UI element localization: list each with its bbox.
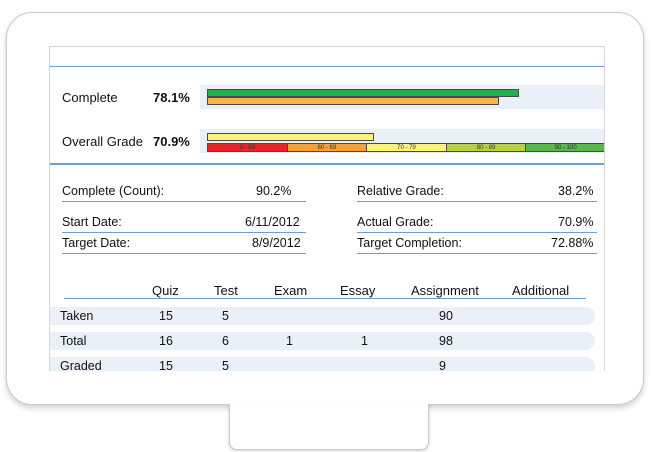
table-header-divider [64, 298, 586, 299]
col-header-quiz: Quiz [152, 283, 179, 298]
cell-test: 5 [222, 309, 229, 323]
actual-grade-value: 70.9% [558, 215, 594, 229]
cell-quiz: 15 [159, 309, 173, 323]
col-header-essay: Essay [340, 283, 376, 298]
col-header-test: Test [214, 283, 238, 298]
row-label: Total [60, 334, 87, 348]
overall-grade-label: Overall Grade [62, 134, 143, 149]
target-date-label: Target Date: [62, 236, 131, 250]
target-date-value: 8/9/2012 [252, 236, 301, 250]
cell-assignment: 90 [439, 309, 453, 323]
complete-progress-row: Complete 78.1% [50, 83, 604, 113]
underline [62, 201, 306, 202]
start-date-value: 6/11/2012 [245, 215, 300, 229]
underline [62, 232, 306, 233]
underline [357, 201, 597, 202]
cell-test: 5 [222, 359, 229, 371]
underline [62, 253, 306, 254]
row-background [50, 357, 595, 371]
overall-grade-bar [207, 133, 374, 141]
cell-quiz: 16 [159, 334, 173, 348]
table-row: Graded 15 5 9 [50, 357, 595, 371]
actual-grade-label: Actual Grade: [357, 215, 434, 229]
section-divider [50, 163, 604, 165]
complete-label: Complete [62, 90, 118, 105]
col-header-assignment: Assignment [411, 283, 479, 298]
col-header-exam: Exam [274, 283, 308, 298]
target-completion-label: Target Completion: [357, 236, 462, 250]
complete-count-label: Complete (Count): [62, 184, 165, 198]
complete-bar [207, 89, 519, 97]
row-label: Graded [60, 359, 102, 371]
cell-quiz: 15 [159, 359, 173, 371]
complete-secondary-bar [207, 97, 499, 105]
device-stand [229, 404, 429, 450]
cell-exam: 1 [286, 334, 293, 348]
overall-grade-percent: 70.9% [153, 134, 190, 149]
complete-count-value: 90.2% [256, 184, 292, 198]
header-divider [50, 66, 604, 67]
grade-scale-segment: 70 - 79 [367, 144, 447, 151]
grade-scale-segment: 80 - 89 [446, 144, 527, 151]
relative-grade-value: 38.2% [558, 184, 594, 198]
col-header-additional: Additional [512, 283, 570, 298]
grade-scale-segment: 90 - 100 [526, 144, 604, 151]
row-background [50, 332, 595, 350]
target-completion-value: 72.88% [551, 236, 594, 250]
table-row: Total 16 6 1 1 98 [50, 332, 595, 350]
grade-scale: 0 - 59 60 - 69 70 - 79 80 - 89 90 - 100 [207, 143, 604, 152]
underline [357, 232, 597, 233]
cell-test: 6 [222, 334, 229, 348]
cell-assignment: 98 [439, 334, 453, 348]
relative-grade-label: Relative Grade: [357, 184, 444, 198]
cell-assignment: 9 [439, 359, 446, 371]
grade-scale-segment: 0 - 59 [208, 144, 288, 151]
row-label: Taken [60, 309, 94, 323]
grade-scale-segment: 60 - 69 [287, 144, 368, 151]
start-date-label: Start Date: [62, 215, 122, 229]
complete-percent: 78.1% [153, 90, 190, 105]
overall-grade-row: Overall Grade 70.9% [50, 127, 604, 157]
cell-essay: 1 [361, 334, 368, 348]
gradebook-screen: Complete 78.1% Overall Grade 70.9% 0 - 5… [49, 46, 605, 371]
table-row: Taken 15 5 90 [50, 307, 595, 325]
underline [357, 253, 597, 254]
row-background [50, 307, 595, 325]
